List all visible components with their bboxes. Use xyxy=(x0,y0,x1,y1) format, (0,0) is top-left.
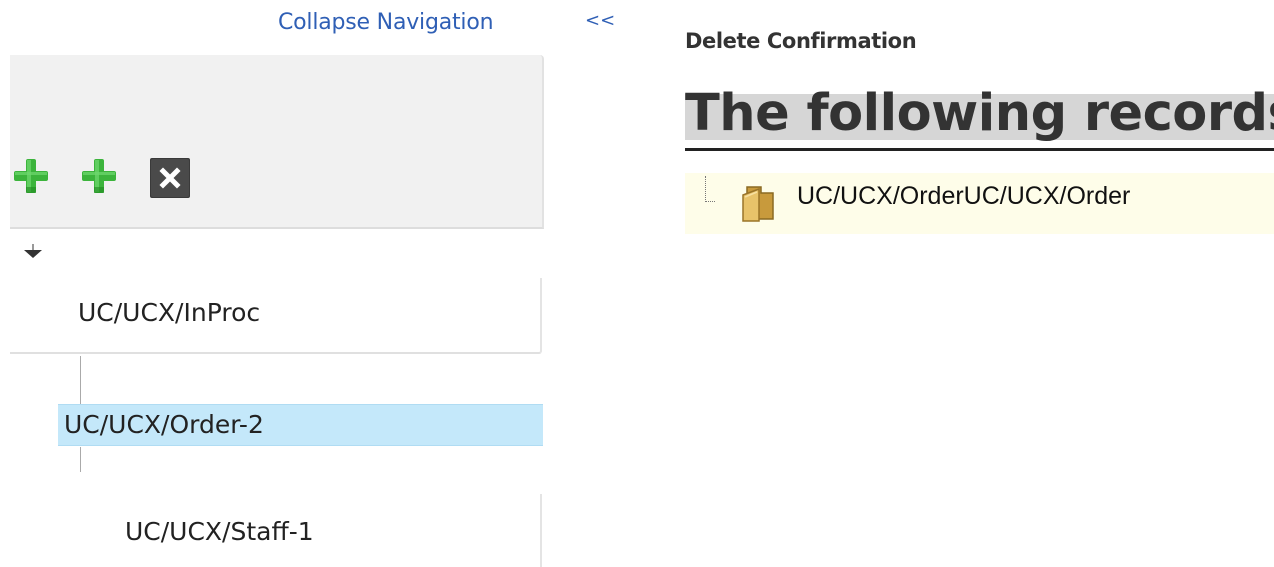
add-sibling-icon xyxy=(82,159,116,193)
tree-node-staff[interactable]: UC/UCX/Staff-1 xyxy=(60,494,542,567)
toolbar-panel xyxy=(10,55,544,229)
folder-icon xyxy=(739,183,777,227)
records-list: UC/UCX/OrderUC/UCX/Order xyxy=(685,173,1274,234)
caret-down-icon xyxy=(24,244,42,258)
delete-button[interactable] xyxy=(150,158,190,198)
delete-confirmation-header: Delete Confirmation xyxy=(685,29,917,53)
add-sibling-button[interactable] xyxy=(80,157,118,195)
tree-node-order-selected[interactable]: UC/UCX/Order-2 xyxy=(58,404,543,446)
tree-connector-line xyxy=(80,356,81,404)
confirmation-title-text: The following records xyxy=(685,88,1274,143)
add-child-icon xyxy=(14,159,48,193)
tree-connector-line xyxy=(80,447,81,472)
collapse-navigation-link[interactable]: Collapse Navigation xyxy=(278,10,494,35)
tree-expand-toggle[interactable] xyxy=(22,244,44,266)
tree-node-inproc[interactable]: UC/UCX/InProc xyxy=(10,278,542,354)
delete-icon xyxy=(150,158,190,198)
collapse-navigation-arrows[interactable]: << xyxy=(585,10,615,31)
add-child-button[interactable] xyxy=(12,157,50,195)
confirmation-title: The following records xyxy=(685,88,1274,151)
tree-branch-connector xyxy=(705,176,715,202)
record-item-label[interactable]: UC/UCX/OrderUC/UCX/Order xyxy=(797,182,1130,211)
